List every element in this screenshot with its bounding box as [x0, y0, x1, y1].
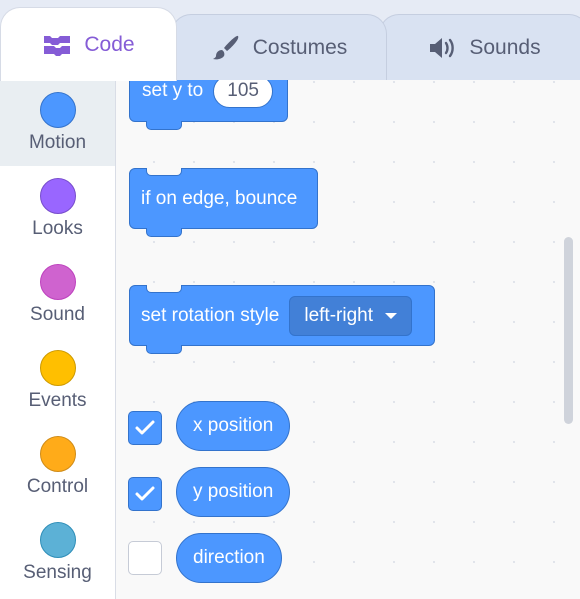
category-sound[interactable]: Sound	[0, 252, 115, 338]
direction-reporter[interactable]: direction	[176, 533, 282, 583]
block-palette: set y to 105 if on edge, bounce set rota…	[116, 80, 580, 599]
set-y-to-block[interactable]: set y to 105	[129, 80, 288, 130]
y-position-checkbox[interactable]	[128, 477, 162, 511]
tab-sounds-label: Sounds	[469, 35, 541, 59]
block-label: if on edge, bounce	[141, 187, 298, 209]
code-blocks-icon	[42, 34, 72, 56]
tab-costumes[interactable]: Costumes	[171, 14, 387, 80]
set-y-value-input[interactable]: 105	[213, 80, 273, 108]
block-connector	[146, 343, 182, 354]
tab-sounds[interactable]: Sounds	[379, 14, 580, 80]
category-label: Events	[28, 390, 87, 411]
category-label: Motion	[28, 132, 87, 153]
category-label: Sensing	[23, 562, 92, 583]
tab-code[interactable]: Code	[0, 7, 177, 81]
rotation-style-value: left-right	[304, 304, 373, 326]
checkmark-icon	[135, 420, 155, 435]
dropdown-caret-icon	[384, 312, 397, 319]
set-rotation-style-block[interactable]: set rotation style left-right	[129, 285, 435, 354]
motion-color-dot	[39, 92, 76, 128]
tab-costumes-label: Costumes	[252, 35, 348, 59]
category-label: Control	[26, 476, 89, 497]
sensing-color-dot	[39, 522, 76, 558]
block-connector	[146, 226, 182, 237]
palette-scrollbar[interactable]	[564, 237, 573, 424]
block-connector	[146, 168, 182, 176]
category-motion[interactable]: Motion	[0, 80, 115, 166]
events-color-dot	[39, 350, 76, 386]
tab-code-label: Code	[84, 32, 135, 56]
block-label: set y to	[142, 80, 204, 101]
direction-checkbox[interactable]	[128, 541, 162, 575]
category-sensing[interactable]: Sensing	[0, 510, 115, 596]
category-label: Sound	[30, 304, 85, 325]
block-label: set rotation style	[141, 304, 280, 326]
block-connector	[146, 285, 182, 293]
sound-color-dot	[39, 264, 76, 300]
reporter-label: direction	[193, 547, 265, 568]
rotation-style-dropdown[interactable]: left-right	[289, 295, 412, 336]
control-color-dot	[39, 436, 76, 472]
paintbrush-icon	[211, 33, 241, 63]
category-control[interactable]: Control	[0, 424, 115, 510]
category-looks[interactable]: Looks	[0, 166, 115, 252]
x-position-reporter[interactable]: x position	[176, 401, 291, 451]
category-menu: Motion Looks Sound Events Control Sensin…	[0, 80, 116, 599]
if-on-edge-bounce-block[interactable]: if on edge, bounce	[129, 168, 318, 237]
reporter-label: x position	[193, 415, 274, 436]
x-position-checkbox[interactable]	[128, 411, 162, 445]
category-events[interactable]: Events	[0, 338, 115, 424]
y-position-reporter[interactable]: y position	[176, 467, 291, 517]
speaker-icon	[427, 36, 457, 60]
looks-color-dot	[39, 178, 76, 214]
category-label: Looks	[32, 218, 83, 239]
block-connector	[146, 119, 182, 130]
reporter-label: y position	[193, 481, 274, 502]
editor-tab-bar: Sounds Costumes Code	[0, 0, 580, 81]
checkmark-icon	[135, 486, 155, 501]
